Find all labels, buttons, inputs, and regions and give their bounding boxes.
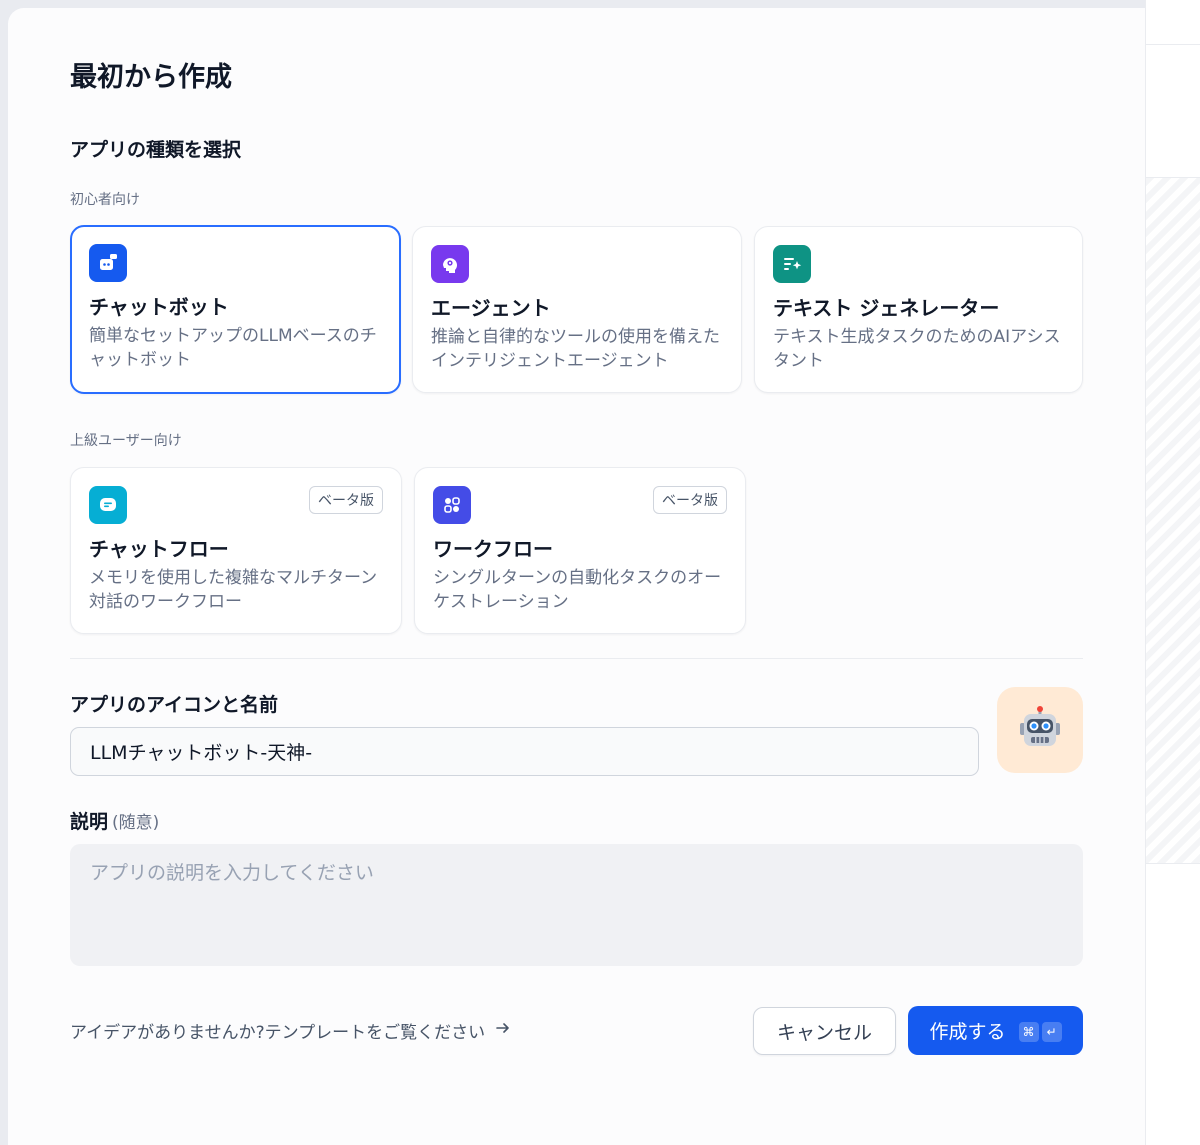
app-type-card-chatflow[interactable]: ベータ版 チャットフロー メモリを使用した複雑なマルチターン対話のワークフロー — [70, 467, 402, 634]
description-optional: (随意) — [112, 813, 160, 833]
arrow-right-icon — [495, 1020, 511, 1041]
icon-name-section-title: アプリのアイコンと名前 — [70, 694, 279, 716]
beta-badge: ベータ版 — [309, 486, 383, 514]
text-sparkle-icon — [773, 245, 811, 283]
cancel-button[interactable]: キャンセル — [753, 1007, 896, 1055]
agent-title: エージェント — [431, 296, 551, 320]
panel-preview-area — [1146, 177, 1200, 864]
enter-key-icon: ↵ — [1041, 1022, 1062, 1042]
description-label-text: 説明 — [70, 811, 109, 833]
workflow-title: ワークフロー — [433, 537, 553, 561]
text-generator-description: テキスト生成タスクのためのAIアシスタント — [773, 327, 1061, 371]
app-type-section-title: アプリの種類を選択 — [70, 139, 242, 161]
template-preview-panel — [1145, 0, 1200, 1145]
beta-badge: ベータ版 — [653, 486, 727, 514]
workflow-nodes-icon — [433, 486, 471, 524]
template-link-text: アイデアがありませんか?テンプレートをご覧ください — [70, 1023, 486, 1043]
advanced-group-label: 上級ユーザー向け — [70, 433, 182, 449]
description-textarea[interactable] — [70, 844, 1083, 966]
robot-emoji-icon — [1016, 704, 1064, 756]
template-link[interactable]: アイデアがありませんか?テンプレートをご覧ください — [70, 1018, 511, 1043]
app-type-card-workflow[interactable]: ベータ版 ワークフロー シングルターンの自動化タスクのオーケストレーション — [414, 467, 746, 634]
chatbot-robot-icon — [89, 244, 127, 282]
create-button-label: 作成する — [929, 1021, 1006, 1043]
dialog-title: 最初から作成 — [70, 62, 232, 93]
workflow-description: シングルターンの自動化タスクのオーケストレーション — [433, 568, 722, 612]
chatbot-title: チャットボット — [89, 295, 229, 319]
panel-divider — [1146, 44, 1200, 45]
app-type-card-chatbot[interactable]: チャットボット 簡単なセットアップのLLMベースのチャットボット — [70, 225, 401, 394]
beginner-group-label: 初心者向け — [70, 192, 140, 208]
chatflow-description: メモリを使用した複雑なマルチターン対話のワークフロー — [89, 568, 378, 612]
app-name-input[interactable]: LLMチャットボット-天神- — [70, 727, 979, 776]
command-key-icon: ⌘ — [1018, 1022, 1039, 1042]
app-name-value: LLMチャットボット-天神- — [90, 742, 313, 764]
description-label: 説明 (随意) — [70, 807, 159, 834]
section-divider — [70, 658, 1083, 659]
agent-description: 推論と自律的なツールの使用を備えたインテリジェントエージェント — [431, 327, 720, 371]
create-button[interactable]: 作成する ⌘ ↵ — [908, 1006, 1083, 1055]
shortcut-keys: ⌘ ↵ — [1016, 1019, 1062, 1042]
chatflow-title: チャットフロー — [89, 537, 229, 561]
agent-head-gear-icon — [431, 245, 469, 283]
app-type-card-agent[interactable]: エージェント 推論と自律的なツールの使用を備えたインテリジェントエージェント — [412, 226, 742, 393]
app-type-card-text-generator[interactable]: テキスト ジェネレーター テキスト生成タスクのためのAIアシスタント — [754, 226, 1083, 393]
chatbot-description: 簡単なセットアップのLLMベースのチャットボット — [89, 326, 377, 370]
chatflow-bubble-icon — [89, 486, 127, 524]
app-icon-picker[interactable] — [997, 687, 1083, 773]
text-generator-title: テキスト ジェネレーター — [773, 296, 1000, 320]
